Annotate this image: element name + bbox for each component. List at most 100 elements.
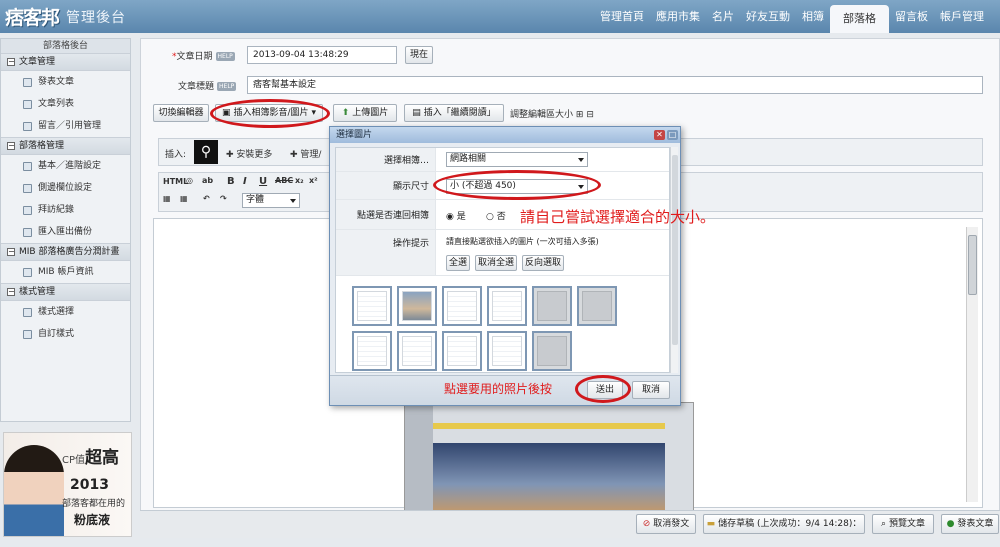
ad-tagline: 部落客都在用的 [62,499,126,509]
subscript-icon[interactable]: x₂ [295,176,304,185]
sidebar-item-style-select[interactable]: 樣式選擇 [1,301,130,323]
install-more-link[interactable]: ✚ 安裝更多 [226,147,272,160]
folder-icon: ▬ [706,519,716,529]
nav-album[interactable]: 相簿 [796,0,830,33]
paste-icon[interactable]: ▦ [163,194,171,203]
image-thumb[interactable] [352,331,392,371]
nav-app-market[interactable]: 應用市集 [650,0,706,33]
ad-banner[interactable]: CP值超高 2013 部落客都在用的 粉底液 [3,432,132,537]
scrollbar-thumb[interactable] [968,235,977,295]
nav-blog[interactable]: 部落格 [830,5,889,33]
sidebar-item-settings[interactable]: 基本／進階設定 [1,155,130,177]
now-button[interactable]: 現在 [405,46,433,64]
image-grid [346,286,626,372]
image-thumb[interactable] [442,286,482,326]
sidebar-item-sidebar-settings[interactable]: 側邊欄位設定 [1,177,130,199]
maximize-icon[interactable]: □ [667,130,678,140]
switch-editor-button[interactable]: 切換編輯器 [153,104,209,122]
nav-home[interactable]: 管理首頁 [594,0,650,33]
invert-select-button[interactable]: 反向選取 [522,255,564,271]
collapse-icon[interactable]: − [7,248,15,256]
manage-link[interactable]: ✚ 管理/ [290,147,321,160]
shrink-icon[interactable]: ⊟ [586,110,594,120]
redo-icon[interactable]: ↷ [220,194,227,203]
nav-card[interactable]: 名片 [706,0,740,33]
cancel-icon: ⊘ [642,519,651,529]
embedded-screenshot [404,402,694,517]
upload-button[interactable]: ⬆ 上傳圖片 [333,104,397,122]
sidebar-section-posts[interactable]: − 文章管理 [1,53,130,71]
insert-label: 插入: [165,150,187,160]
expand-icon[interactable]: ⊞ [576,110,584,120]
preview-button[interactable]: ⌕ 預覽文章 [872,514,934,534]
radio-no[interactable]: ○ 否 [486,209,506,222]
image-thumb[interactable] [487,331,527,371]
size-label: 顯示尺寸 [336,172,436,199]
date-input[interactable]: 2013-09-04 13:48:29 [247,46,397,64]
style-select[interactable]: 字體 [242,193,300,208]
sidebar-item-label: 文章列表 [38,99,75,109]
nav-friends[interactable]: 好友互動 [740,0,796,33]
radio-yes[interactable]: ◉ 是 [446,209,466,222]
upload-icon: ⬆ [341,108,350,118]
sidebar-item-post-list[interactable]: 文章列表 [1,93,130,115]
find-icon[interactable]: ◎ [186,176,193,185]
map-pin-icon[interactable]: ⚲ [194,140,218,164]
image-thumb[interactable] [532,331,572,371]
dialog-title: 選擇圖片 [330,127,680,143]
publish-button[interactable]: ● 發表文章 [941,514,999,534]
strike-icon[interactable]: ABC [275,176,293,185]
title-input[interactable]: 痞客幫基本設定 [247,76,983,94]
nav-account[interactable]: 帳戶管理 [934,0,990,33]
collapse-icon[interactable]: − [7,288,15,296]
replace-icon[interactable]: ab [202,176,213,185]
image-thumb[interactable] [487,286,527,326]
deselect-all-button[interactable]: 取消全選 [475,255,517,271]
album-select[interactable]: 網路相關 [446,152,588,167]
sidebar-item-label: 基本／進階設定 [38,161,102,171]
save-draft-button[interactable]: ▬ 儲存草稿 (上次成功：9/4 14:28)： [703,514,865,534]
collapse-icon[interactable]: − [7,58,15,66]
dialog-scrollbar[interactable] [670,147,678,373]
ad-headline: CP值超高 [62,448,120,468]
admin-title: 管理後台 [66,10,126,26]
sidebar-item-mib-account[interactable]: MIB 帳戶資訊 [1,261,130,283]
sidebar-item-label: 匯入匯出備份 [38,227,93,237]
site-logo[interactable]: 痞客邦 [5,3,61,29]
image-thumb[interactable] [532,286,572,326]
underline-icon[interactable]: U [259,176,267,187]
sidebar-item-label: 樣式選擇 [38,307,75,317]
sidebar-section-mib[interactable]: − MIB 部落格廣告分潤計畫 [1,243,130,261]
paste-word-icon[interactable]: ▦ [180,194,188,203]
comment-icon [23,121,32,131]
sidebar-item-custom-style[interactable]: 自訂樣式 [1,323,130,345]
help-badge: HELP [217,82,237,91]
close-icon[interactable]: ✕ [654,130,665,140]
sidebar-section-style[interactable]: − 樣式管理 [1,283,130,301]
cancel-post-button[interactable]: ⊘ 取消發文 [636,514,696,534]
sidebar-item-comments[interactable]: 留言／引用管理 [1,115,130,137]
superscript-icon[interactable]: x² [309,176,318,185]
sidebar-item-backup[interactable]: 匯入匯出備份 [1,221,130,243]
image-thumb[interactable] [577,286,617,326]
collapse-icon[interactable]: − [7,142,15,150]
select-all-button[interactable]: 全選 [446,255,470,271]
bold-icon[interactable]: B [227,176,235,187]
undo-icon[interactable]: ↶ [203,194,210,203]
italic-icon[interactable]: I [243,176,247,187]
editor-scrollbar[interactable] [966,227,978,502]
insert-more-button[interactable]: ▤ 插入「繼續閱讀」 [404,104,504,122]
image-thumb[interactable] [442,331,482,371]
sidebar-item-new-post[interactable]: 發表文章 [1,71,130,93]
sidebar-item-visits[interactable]: 拜訪紀錄 [1,199,130,221]
section-label: 部落格管理 [19,141,65,151]
scrollbar-thumb[interactable] [672,155,678,345]
cancel-button[interactable]: 取消 [632,381,670,399]
nav-guestbook[interactable]: 留言板 [889,0,934,33]
html-icon[interactable]: HTML [163,177,188,186]
image-thumb[interactable] [397,331,437,371]
image-thumb[interactable] [397,286,437,326]
sidebar-title: 部落格後台 [1,39,130,53]
image-thumb[interactable] [352,286,392,326]
sidebar-section-blog[interactable]: − 部落格管理 [1,137,130,155]
